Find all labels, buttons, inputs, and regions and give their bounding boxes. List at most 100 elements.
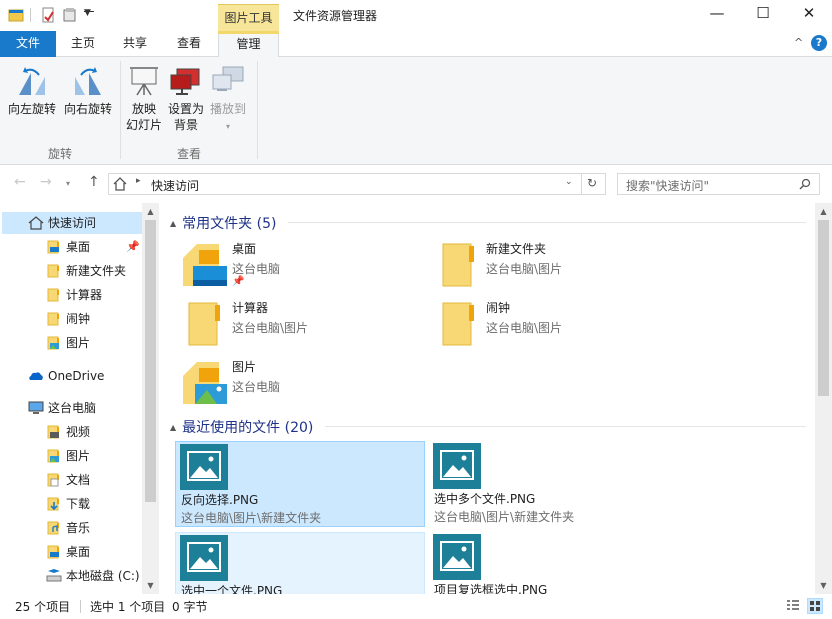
content-scroll-down-icon[interactable]: ▼ <box>815 577 832 594</box>
nav-onedrive-label: OneDrive <box>48 369 105 383</box>
nav-qa-item[interactable]: 计算器 <box>46 284 102 306</box>
forward-arrow-icon[interactable]: → <box>40 174 52 190</box>
search-input[interactable]: 搜索"快速访问" <box>626 177 709 194</box>
folder-folder-icon <box>47 288 59 301</box>
slideshow-icon <box>130 67 158 96</box>
group-label-rotate: 旋转 <box>47 147 72 161</box>
tab-file[interactable]: 文件 <box>0 31 56 57</box>
folder-path: 这台电脑\图片 <box>486 321 563 335</box>
file-tile[interactable]: 项目复选框选中.PNG <box>429 532 679 594</box>
details-view-icon[interactable] <box>786 599 800 613</box>
nav-pc-item[interactable]: 视频 <box>46 421 90 443</box>
nav-pc-item[interactable]: 下载 <box>46 493 90 515</box>
address-dropdown-icon[interactable]: ⌄ <box>565 177 573 187</box>
image-file-icon <box>433 443 481 489</box>
folder-tile[interactable]: 图片 这台电脑 <box>175 356 425 412</box>
cast-label: 播放到 <box>209 102 246 116</box>
tab-share[interactable]: 共享 <box>110 31 160 57</box>
nav-onedrive[interactable]: OneDrive <box>2 365 142 387</box>
cast-button[interactable]: 播放到 ▾ <box>206 57 250 135</box>
address-bar[interactable]: ▸ 快速访问 ⌄ ↻ <box>108 173 606 195</box>
help-icon[interactable]: ? <box>811 35 827 51</box>
nav-scroll-down-icon[interactable]: ▼ <box>142 577 159 594</box>
maximize-button[interactable]: ☐ <box>740 0 786 28</box>
rotate-right-button[interactable]: 向右旋转 <box>60 57 116 117</box>
large-icons-view-icon[interactable] <box>807 598 823 614</box>
pin-icon[interactable]: 📌 <box>126 236 140 258</box>
nav-scroll-up-icon[interactable]: ▲ <box>142 203 159 220</box>
nav-pc-item[interactable]: 本地磁盘 (C:) <box>46 565 140 587</box>
folder-tile[interactable]: 计算器 这台电脑\图片 <box>175 297 425 353</box>
nav-pc-item-label: 视频 <box>66 425 91 439</box>
tab-view[interactable]: 查看 <box>162 31 216 57</box>
file-tile[interactable]: 反向选择.PNG 这台电脑\图片\新建文件夹 <box>175 441 425 527</box>
image-file-icon <box>180 444 228 490</box>
up-arrow-icon[interactable]: ↑ <box>88 174 100 190</box>
minimize-button[interactable]: — <box>694 0 740 28</box>
nav-quick-access-label: 快速访问 <box>48 216 97 230</box>
file-tile[interactable]: 选中一个文件.PNG <box>175 532 425 594</box>
back-arrow-icon[interactable]: ← <box>14 174 26 190</box>
recent-locations-icon[interactable]: ▾ <box>66 179 70 188</box>
content-scroll-up-icon[interactable]: ▲ <box>815 203 832 220</box>
folder-path: 这台电脑\图片 <box>486 262 563 276</box>
nav-quick-access[interactable]: 快速访问 <box>2 212 142 234</box>
file-name: 项目复选框选中.PNG <box>434 583 548 594</box>
docs-folder-icon <box>47 473 59 486</box>
recent-files-header[interactable]: ▲ 最近使用的文件 (20) <box>170 417 313 437</box>
nav-scroll-thumb[interactable] <box>145 220 156 502</box>
search-icon[interactable] <box>799 178 811 190</box>
nav-qa-item[interactable]: 闹钟 <box>46 308 90 330</box>
folder-folder-icon <box>188 302 220 346</box>
onedrive-icon <box>29 371 43 380</box>
folder-tile[interactable]: 新建文件夹 这台电脑\图片 <box>429 238 679 294</box>
set-background-button[interactable]: 设置为 背景 <box>164 57 208 133</box>
folder-name: 图片 <box>232 360 257 374</box>
close-icon: ✕ <box>802 4 816 22</box>
folder-path: 这台电脑 <box>232 380 281 394</box>
qat-dropdown-bar <box>84 11 94 12</box>
search-box[interactable]: 搜索"快速访问" <box>617 173 820 195</box>
nav-qa-item[interactable]: 桌面 📌 <box>46 236 140 258</box>
folder-tile[interactable]: 桌面 这台电脑 📌 <box>175 238 425 294</box>
nav-pc-item[interactable]: 音乐 <box>46 517 90 539</box>
refresh-icon[interactable]: ↻ <box>587 176 597 190</box>
nav-scrollbar[interactable]: ▲ ▼ <box>142 203 159 594</box>
nav-this-pc[interactable]: 这台电脑 <box>2 397 142 419</box>
nav-pc-item-label: 音乐 <box>66 521 91 535</box>
slideshow-button[interactable]: 放映 幻灯片 <box>122 57 166 133</box>
rotate-left-button[interactable]: 向左旋转 <box>4 57 60 117</box>
explorer-icon[interactable] <box>8 7 24 23</box>
nav-qa-item-label: 图片 <box>66 336 91 350</box>
close-button[interactable]: ✕ <box>786 0 832 28</box>
nav-pc-item[interactable]: 桌面 <box>46 541 90 563</box>
properties-icon[interactable] <box>40 7 56 23</box>
section-divider <box>325 426 806 427</box>
minimize-icon: — <box>709 4 725 22</box>
nav-qa-item[interactable]: 新建文件夹 <box>46 260 126 282</box>
set-background-label-2: 背景 <box>173 118 198 132</box>
nav-pc-item-label: 本地磁盘 (C:) <box>66 569 140 583</box>
file-tile[interactable]: 选中多个文件.PNG 这台电脑\图片\新建文件夹 <box>429 441 679 527</box>
nav-pc-item[interactable]: 图片 <box>46 445 90 467</box>
nav-pc-item[interactable]: 文档 <box>46 469 90 491</box>
music-folder-icon <box>47 521 59 534</box>
tab-home[interactable]: 主页 <box>58 31 108 57</box>
qat-dropdown-icon[interactable]: ▼ <box>84 8 91 18</box>
tab-manage[interactable]: 管理 <box>218 31 279 58</box>
frequent-folders-header[interactable]: ▲ 常用文件夹 (5) <box>170 213 276 233</box>
content-scroll-thumb[interactable] <box>818 220 829 396</box>
ribbon-tabs: 文件 主页 共享 查看 管理 ^ ? <box>0 31 832 58</box>
breadcrumb-quick-access[interactable]: 快速访问 <box>151 177 199 194</box>
breadcrumb-chevron-icon[interactable]: ▸ <box>136 176 141 186</box>
file-name: 选中一个文件.PNG <box>181 584 283 594</box>
folder-name: 桌面 <box>232 242 257 256</box>
content-scrollbar[interactable]: ▲ ▼ <box>815 203 832 594</box>
status-divider <box>80 600 81 613</box>
new-folder-icon[interactable] <box>62 7 78 23</box>
folder-folder-icon <box>47 312 59 325</box>
nav-qa-item[interactable]: 图片 <box>46 332 90 354</box>
folder-tile[interactable]: 闹钟 这台电脑\图片 <box>429 297 679 353</box>
collapse-ribbon-icon[interactable]: ^ <box>794 36 803 49</box>
context-tab-header: 图片工具 <box>218 4 279 31</box>
